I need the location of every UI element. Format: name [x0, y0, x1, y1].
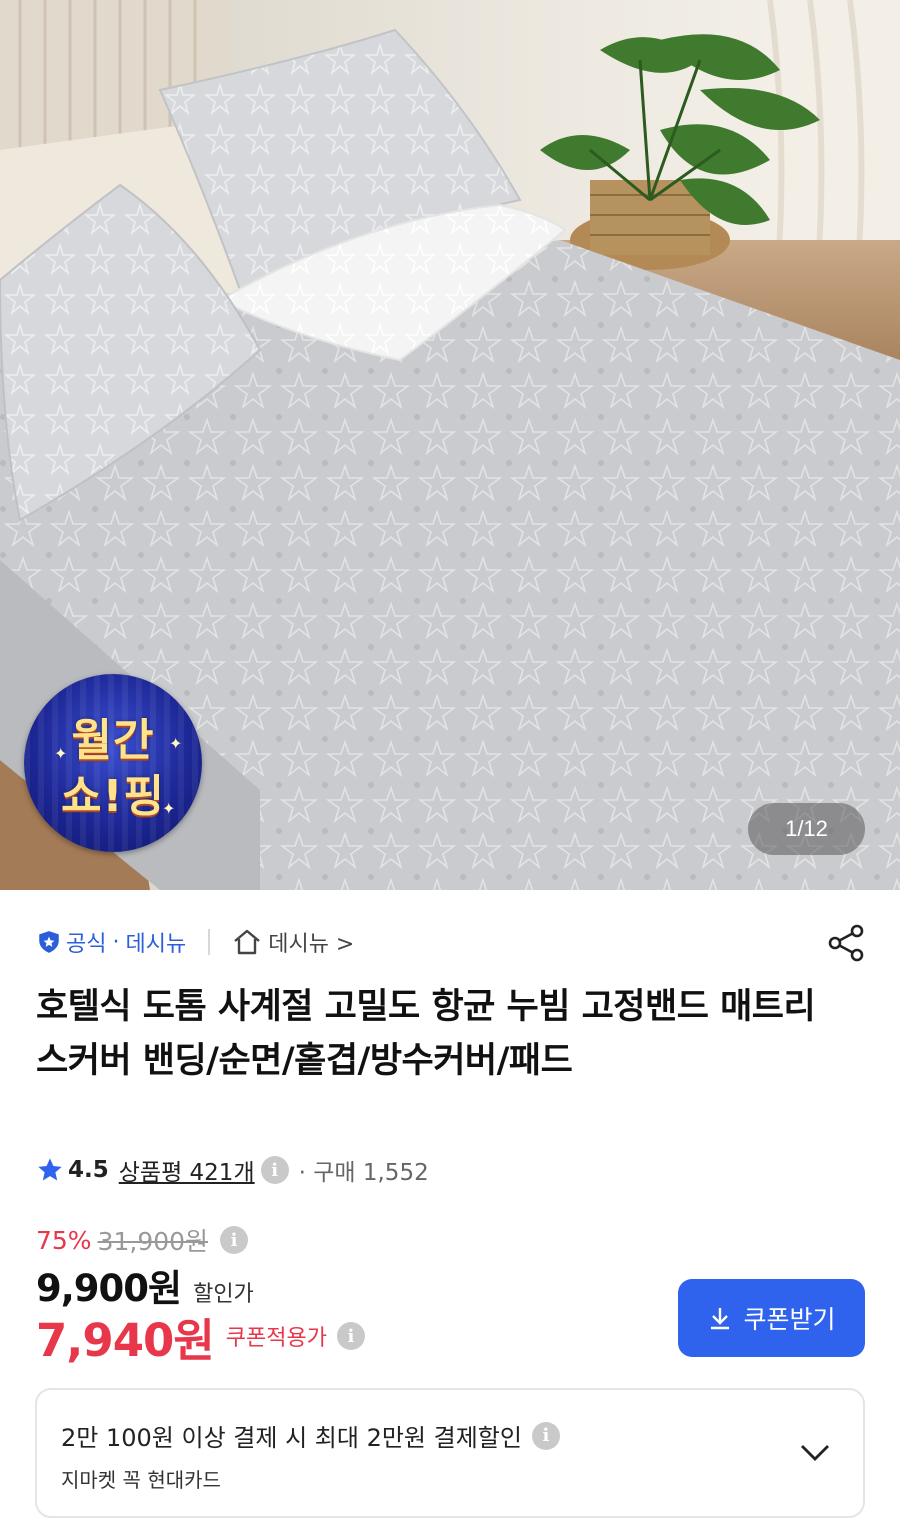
info-icon[interactable]: i [220, 1226, 249, 1254]
product-image-carousel[interactable]: ✦ ✦ ✦ 월간 쇼!핑 1/12 [0, 0, 900, 890]
original-price-row: 75% 31,900원 i [36, 1222, 249, 1258]
divider [208, 929, 211, 955]
shield-icon [39, 931, 59, 953]
info-icon[interactable]: i [336, 1322, 365, 1350]
seller-row: 공식 · 데시뉴 데시뉴 > [36, 922, 354, 962]
badge-text-line2: 쇼!핑 [60, 771, 166, 822]
info-icon[interactable]: i [531, 1421, 560, 1450]
get-coupon-button[interactable]: 쿠폰받기 [678, 1279, 865, 1357]
badge-text-line1: 월간 [71, 715, 155, 766]
card-promo-text: 2만 100원 이상 결제 시 최대 2만원 결제할인 [61, 1424, 522, 1452]
sale-price-row: 9,900원 할인가 [36, 1258, 254, 1310]
coupon-price-row: 7,940원 쿠폰적용가 i [36, 1306, 365, 1367]
rating-row: 4.5 상품평 421개 i · 구매 1,552 [36, 1150, 429, 1190]
image-counter: 1/12 [748, 803, 865, 855]
shop-link-label: 데시뉴 > [268, 932, 355, 957]
shop-link[interactable]: 데시뉴 > [232, 926, 354, 958]
card-promo-box[interactable]: 2만 100원 이상 결제 시 최대 2만원 결제할인 i 지마켓 꼭 현대카드 [35, 1388, 865, 1518]
card-promo-sub: 지마켓 꼭 현대카드 [61, 1468, 221, 1492]
review-count-link[interactable]: 상품평 421개 [119, 1153, 255, 1187]
card-promo-main: 2만 100원 이상 결제 시 최대 2만원 결제할인 i [61, 1418, 560, 1453]
get-coupon-label: 쿠폰받기 [743, 1305, 836, 1334]
product-title: 호텔식 도톰 사계절 고밀도 항균 누빔 고정밴드 매트리스커버 밴딩/순면/홑… [36, 987, 816, 1081]
rating-score: 4.5 [68, 1157, 109, 1183]
chevron-down-icon[interactable] [797, 1438, 833, 1468]
monthly-shopping-badge: ✦ ✦ ✦ 월간 쇼!핑 [24, 674, 202, 852]
home-icon [234, 929, 260, 955]
official-label: 공식 [66, 932, 107, 957]
info-icon[interactable]: i [260, 1156, 289, 1184]
download-icon [711, 1308, 730, 1330]
seller-separator: · [112, 929, 120, 955]
seller-name[interactable]: 데시뉴 [125, 926, 186, 958]
original-price: 31,900원 [97, 1227, 209, 1256]
purchase-count: · 구매 1,552 [298, 1160, 429, 1186]
coupon-price: 7,940원 [36, 1313, 215, 1367]
coupon-price-label: 쿠폰적용가 [225, 1326, 327, 1351]
share-icon[interactable] [826, 922, 868, 964]
discount-percent: 75% [36, 1225, 92, 1255]
star-icon [38, 1158, 62, 1181]
